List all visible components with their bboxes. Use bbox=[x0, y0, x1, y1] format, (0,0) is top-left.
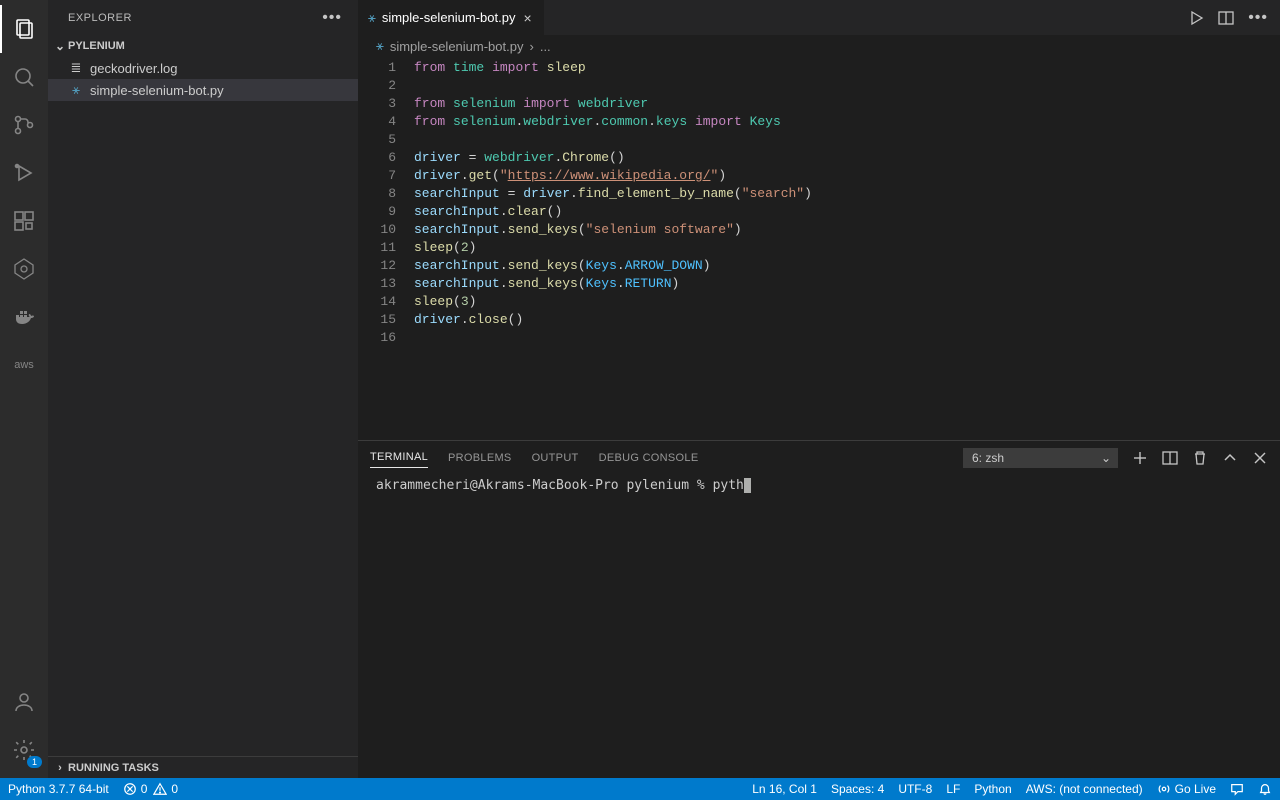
editor-tab[interactable]: ⚹ simple-selenium-bot.py × bbox=[358, 0, 544, 35]
split-editor-icon[interactable] bbox=[1218, 9, 1234, 27]
python-file-icon: ⚹ bbox=[368, 10, 376, 26]
tab-bar: ⚹ simple-selenium-bot.py × ••• bbox=[358, 0, 1280, 35]
settings-icon[interactable]: 1 bbox=[0, 726, 48, 774]
status-aws[interactable]: AWS: (not connected) bbox=[1026, 782, 1143, 796]
python-file-icon: ⚹ bbox=[376, 38, 384, 54]
bottom-panel: TERMINAL PROBLEMS OUTPUT DEBUG CONSOLE 6… bbox=[358, 440, 1280, 778]
debug-icon[interactable] bbox=[0, 149, 48, 197]
terminal-cursor bbox=[744, 478, 751, 493]
status-eol[interactable]: LF bbox=[946, 782, 960, 796]
panel-tab-output[interactable]: OUTPUT bbox=[532, 448, 579, 468]
status-python-version[interactable]: Python 3.7.7 64-bit bbox=[8, 782, 109, 796]
terminal-prompt-symbol: % bbox=[697, 478, 705, 493]
search-icon[interactable] bbox=[0, 53, 48, 101]
project-header[interactable]: ⌄ PYLENIUM bbox=[48, 35, 358, 57]
running-tasks-label: RUNNING TASKS bbox=[68, 762, 159, 774]
terminal-prompt-dir: pylenium bbox=[626, 478, 689, 493]
status-errors[interactable]: 0 bbox=[123, 782, 148, 796]
breadcrumb-rest: ... bbox=[540, 39, 551, 54]
file-item-geckodriver[interactable]: ≣ geckodriver.log bbox=[48, 57, 358, 79]
terminal[interactable]: akrammecheri@Akrams-MacBook-Pro pylenium… bbox=[358, 474, 1280, 778]
terminal-prompt-user: akrammecheri@Akrams-MacBook-Pro bbox=[376, 478, 619, 493]
project-name: PYLENIUM bbox=[68, 40, 125, 52]
file-name: geckodriver.log bbox=[90, 61, 177, 76]
explorer-icon[interactable] bbox=[0, 5, 48, 53]
code-editor[interactable]: 1234 5678 9101112 13141516 from time imp… bbox=[358, 57, 1280, 440]
kill-terminal-icon[interactable] bbox=[1192, 450, 1208, 466]
extensions-icon[interactable] bbox=[0, 197, 48, 245]
breadcrumb-file: simple-selenium-bot.py bbox=[390, 39, 524, 54]
settings-badge: 1 bbox=[27, 756, 42, 768]
panel-tab-debug-console[interactable]: DEBUG CONSOLE bbox=[599, 448, 699, 468]
code-content: from time import sleep from selenium imp… bbox=[414, 57, 1280, 440]
account-icon[interactable] bbox=[0, 678, 48, 726]
close-tab-icon[interactable]: × bbox=[521, 10, 533, 26]
aws-icon[interactable]: aws bbox=[0, 341, 48, 389]
source-control-icon[interactable] bbox=[0, 101, 48, 149]
line-numbers: 1234 5678 9101112 13141516 bbox=[358, 57, 414, 440]
kubernetes-icon[interactable] bbox=[0, 245, 48, 293]
sidebar: EXPLORER ••• ⌄ PYLENIUM ≣ geckodriver.lo… bbox=[48, 0, 358, 778]
breadcrumb-separator: › bbox=[529, 39, 533, 54]
editor-area: ⚹ simple-selenium-bot.py × ••• ⚹ simple-… bbox=[358, 0, 1280, 778]
chevron-down-icon: ⌄ bbox=[1101, 451, 1111, 465]
terminal-input-text: pyth bbox=[713, 478, 744, 493]
file-name: simple-selenium-bot.py bbox=[90, 83, 224, 98]
status-language[interactable]: Python bbox=[974, 782, 1011, 796]
terminal-selector-value: 6: zsh bbox=[972, 451, 1004, 465]
statusbar: Python 3.7.7 64-bit 0 0 Ln 16, Col 1 Spa… bbox=[0, 778, 1280, 800]
status-feedback-icon[interactable] bbox=[1230, 782, 1244, 796]
breadcrumb[interactable]: ⚹ simple-selenium-bot.py › ... bbox=[358, 35, 1280, 57]
status-go-live[interactable]: Go Live bbox=[1157, 782, 1216, 796]
docker-icon[interactable] bbox=[0, 293, 48, 341]
running-tasks-header[interactable]: › RUNNING TASKS bbox=[48, 756, 358, 778]
panel-tab-problems[interactable]: PROBLEMS bbox=[448, 448, 512, 468]
sidebar-title: EXPLORER bbox=[68, 12, 132, 24]
tab-more-icon[interactable]: ••• bbox=[1248, 9, 1268, 27]
panel-tab-terminal[interactable]: TERMINAL bbox=[370, 447, 428, 468]
status-encoding[interactable]: UTF-8 bbox=[898, 782, 932, 796]
python-file-icon: ⚹ bbox=[68, 82, 84, 98]
status-warnings[interactable]: 0 bbox=[153, 782, 178, 796]
chevron-down-icon: ⌄ bbox=[52, 39, 68, 53]
tab-filename: simple-selenium-bot.py bbox=[382, 10, 516, 25]
split-terminal-icon[interactable] bbox=[1162, 450, 1178, 466]
activity-bar: aws 1 bbox=[0, 0, 48, 778]
file-item-selenium-bot[interactable]: ⚹ simple-selenium-bot.py bbox=[48, 79, 358, 101]
status-spaces[interactable]: Spaces: 4 bbox=[831, 782, 884, 796]
status-bell-icon[interactable] bbox=[1258, 782, 1272, 796]
sidebar-more-icon[interactable]: ••• bbox=[322, 9, 342, 27]
maximize-panel-icon[interactable] bbox=[1222, 450, 1238, 466]
new-terminal-icon[interactable] bbox=[1132, 450, 1148, 466]
file-icon: ≣ bbox=[68, 60, 84, 76]
chevron-right-icon: › bbox=[52, 762, 68, 774]
close-panel-icon[interactable] bbox=[1252, 450, 1268, 466]
status-ln-col[interactable]: Ln 16, Col 1 bbox=[752, 782, 817, 796]
terminal-selector[interactable]: 6: zsh ⌄ bbox=[963, 448, 1118, 468]
run-icon[interactable] bbox=[1188, 9, 1204, 27]
